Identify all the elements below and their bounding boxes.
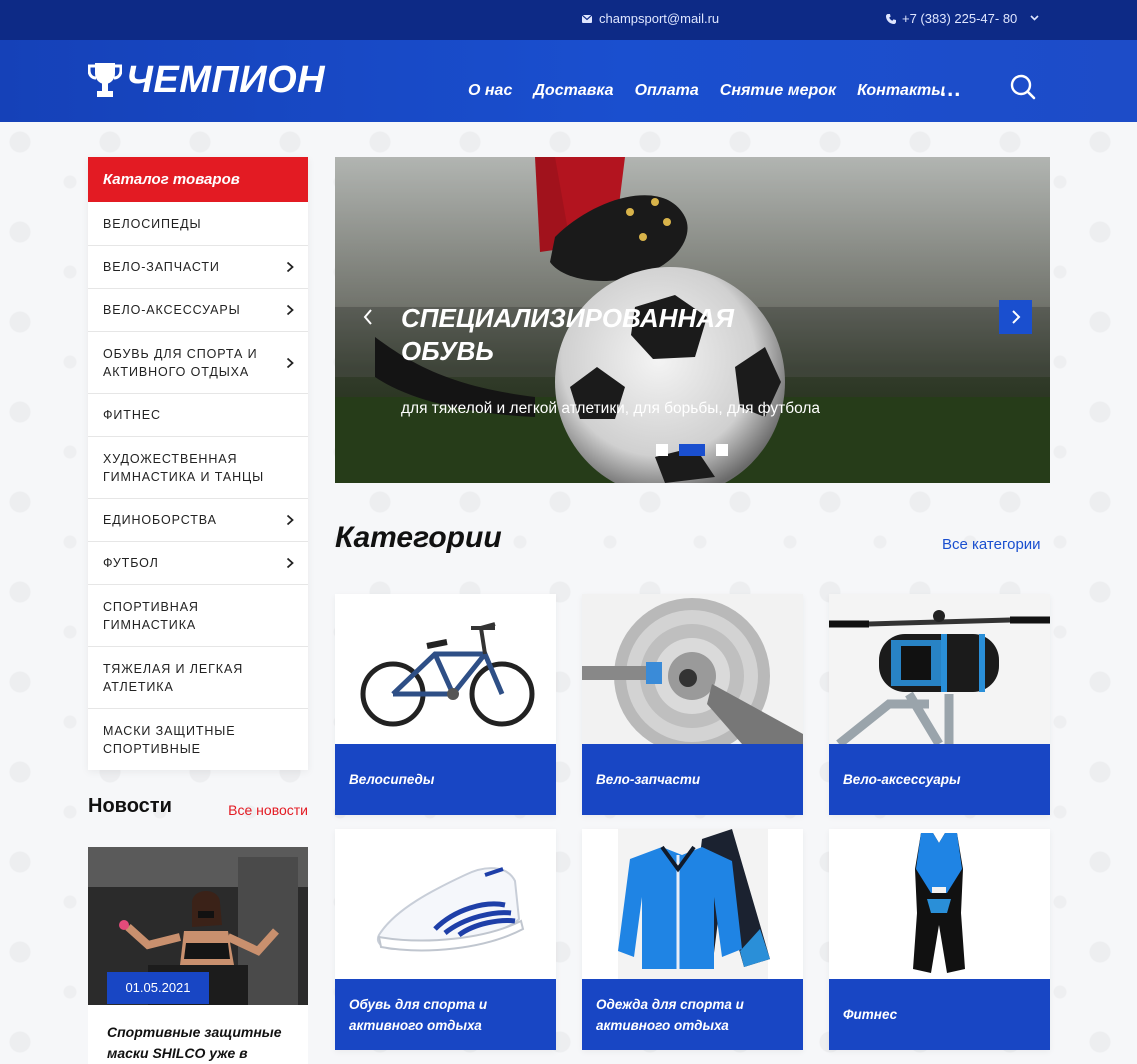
nav-contacts[interactable]: Контакты [857,82,945,100]
logo[interactable]: ЧЕМПИОН [88,60,325,100]
catalog-item-label: ВЕЛОСИПЕДЫ [103,216,202,231]
email-text: champsport@mail.ru [599,11,720,26]
chevron-right-icon [286,261,294,273]
category-card-sport-clothing[interactable]: Одежда для спорта и активного отдыха [582,829,803,1050]
catalog-item[interactable]: ФИТНЕС [88,394,308,437]
chevron-right-icon [286,357,294,368]
catalog-item[interactable]: ЕДИНОБОРСТВА [88,499,308,542]
hero-slider: Специализированная обувь для тяжелой и л… [335,157,1050,483]
chevron-right-icon [1011,310,1020,324]
catalog-item-label: ФУТБОЛ [103,556,159,570]
catalog-item-label: ХУДОЖЕСТВЕННАЯ ГИМНАСТИКА И ТАНЦЫ [103,451,265,484]
bike-bag-image [829,594,1050,744]
catalog-item-label: ЕДИНОБОРСТВА [103,513,217,527]
catalog-item[interactable]: СПОРТИВНАЯ ГИМНАСТИКА [88,585,308,647]
tracksuit-image [582,829,803,979]
catalog-title: Каталог товаров [88,157,308,202]
catalog-menu: Каталог товаров ВЕЛОСИПЕДЫ ВЕЛО-ЗАПЧАСТИ В… [88,157,308,770]
nav-about[interactable]: О нас [468,82,512,100]
catalog-item-label: ТЯЖЕЛАЯ И ЛЕГКАЯ АТЛЕТИКА [103,661,244,694]
catalog-item-label: ФИТНЕС [103,408,161,422]
slider-dot-3[interactable] [716,444,728,456]
phone-text: +7 (383) 225-47- 80 [902,11,1018,26]
catalog-item[interactable]: ОБУВЬ ДЛЯ СПОРТА И АКТИВНОГО ОТДЫХА [88,332,308,394]
slider-dot-2[interactable] [679,444,705,456]
nav-payment[interactable]: Оплата [635,82,699,100]
phone-link[interactable]: +7 (383) 225-47- 80 [886,11,1017,26]
category-label: Обувь для спорта и активного отдыха [335,979,556,1050]
trisuit-image [829,829,1050,979]
slide-heading: Специализированная обувь [401,303,734,366]
all-news-link[interactable]: Все новости [228,802,308,818]
slider-prev-arrow[interactable] [361,307,375,327]
sneaker-image [335,829,556,979]
nav-more-button[interactable]: ... [940,78,961,100]
cassette-image [582,594,803,744]
catalog-item-label: ОБУВЬ ДЛЯ СПОРТА И АКТИВНОГО ОТДЫХА [103,346,258,379]
news-headline[interactable]: Спортивные защитные маски SHILCO уже в [107,1022,297,1064]
category-label: Вело-запчасти [582,744,803,815]
envelope-icon [582,14,592,23]
slider-next-button[interactable] [999,300,1032,334]
news-date-badge: 01.05.2021 [107,972,209,1004]
chevron-right-icon [286,557,294,569]
category-card-fitness[interactable]: Фитнес [829,829,1050,1050]
main-header: ЧЕМПИОН О нас Доставка Оплата Снятие мер… [0,40,1137,122]
chevron-down-icon[interactable] [1029,12,1040,23]
catalog-item[interactable]: ВЕЛО-АКСЕССУАРЫ [88,289,308,332]
slide-subtitle: для тяжелой и легкой атлетики, для борьб… [401,400,821,417]
bicycle-image [335,594,556,744]
logo-text: ЧЕМПИОН [126,59,326,101]
category-label: Фитнес [829,979,1050,1050]
email-link[interactable]: champsport@mail.ru [582,11,719,26]
slider-dot-1[interactable] [656,444,668,456]
catalog-item[interactable]: ТЯЖЕЛАЯ И ЛЕГКАЯ АТЛЕТИКА [88,647,308,709]
phone-icon [886,13,896,24]
category-label: Велосипеды [335,744,556,815]
category-card-sport-shoes[interactable]: Обувь для спорта и активного отдыха [335,829,556,1050]
category-card-bicycles[interactable]: Велосипеды [335,594,556,815]
chevron-right-icon [286,514,294,526]
categories-title: Категории [335,521,502,554]
catalog-item[interactable]: ХУДОЖЕСТВЕННАЯ ГИМНАСТИКА И ТАНЦЫ [88,437,308,499]
catalog-item-label: МАСКИ ЗАЩИТНЫЕ СПОРТИВНЫЕ [103,723,236,756]
catalog-item[interactable]: ФУТБОЛ [88,542,308,585]
category-card-bike-accessories[interactable]: Вело-аксессуары [829,594,1050,815]
top-bar: champsport@mail.ru +7 (383) 225-47- 80 [0,0,1137,40]
news-card[interactable]: 01.05.2021 Спортивные защитные маски SHI… [88,847,308,1064]
catalog-item-label: СПОРТИВНАЯ ГИМНАСТИКА [103,599,199,632]
category-label: Одежда для спорта и активного отдыха [582,979,803,1050]
catalog-item-label: ВЕЛО-АКСЕССУАРЫ [103,303,241,317]
search-icon[interactable] [1009,73,1037,101]
catalog-item[interactable]: ВЕЛО-ЗАПЧАСТИ [88,246,308,289]
category-card-bike-parts[interactable]: Вело-запчасти [582,594,803,815]
trophy-icon [88,63,122,97]
slider-dots [656,444,728,456]
category-label: Вело-аксессуары [829,744,1050,815]
news-title: Новости [88,795,172,817]
chevron-right-icon [286,304,294,316]
nav-delivery[interactable]: Доставка [533,82,613,100]
catalog-item[interactable]: ВЕЛОСИПЕДЫ [88,202,308,246]
main-nav: О нас Доставка Оплата Снятие мерок Конта… [468,82,945,100]
nav-measurements[interactable]: Снятие мерок [720,82,836,100]
catalog-item-label: ВЕЛО-ЗАПЧАСТИ [103,260,220,274]
catalog-item[interactable]: МАСКИ ЗАЩИТНЫЕ СПОРТИВНЫЕ [88,709,308,770]
all-categories-link[interactable]: Все категории [942,536,1041,553]
